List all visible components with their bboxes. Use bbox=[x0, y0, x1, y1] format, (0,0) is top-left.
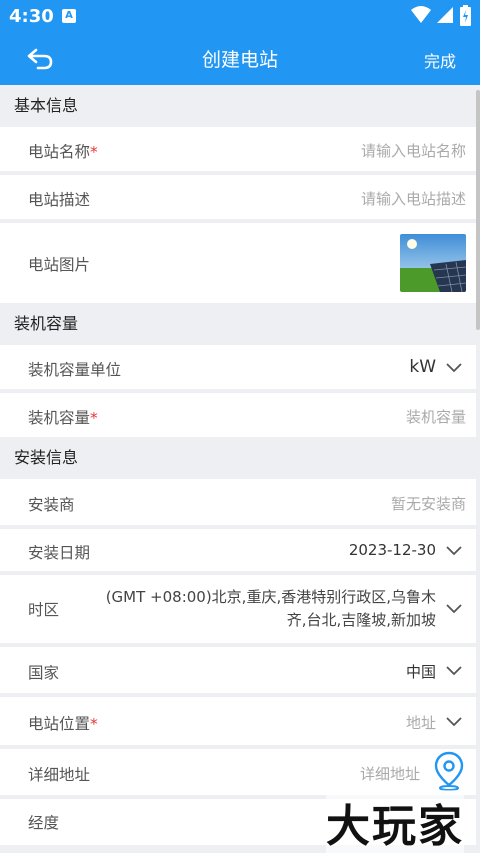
capacity-unit-label: 装机容量单位 bbox=[28, 361, 122, 379]
cell-signal-icon bbox=[437, 7, 453, 23]
chevron-down-icon[interactable] bbox=[446, 662, 462, 678]
station-image-row[interactable]: 电站图片 bbox=[0, 223, 476, 303]
status-bar: 4:30 A bbox=[0, 0, 480, 33]
station-name-input[interactable]: 请输入电站名称 bbox=[361, 140, 466, 161]
install-date-row[interactable]: 安装日期 2023-12-30 bbox=[0, 529, 476, 571]
section-basic-info: 基本信息 bbox=[0, 85, 476, 127]
address-row[interactable]: 详细地址 详细地址 bbox=[0, 749, 476, 795]
battery-icon bbox=[460, 5, 471, 26]
install-date-label: 安装日期 bbox=[28, 544, 91, 562]
timezone-value-line1: (GMT +08:00)北京,重庆,香港特别行政区,乌鲁木 bbox=[105, 588, 436, 606]
timezone-value-line2: 齐,台北,吉隆坡,新加坡 bbox=[286, 611, 436, 629]
longitude-label: 经度 bbox=[28, 814, 60, 832]
address-label: 详细地址 bbox=[28, 766, 91, 784]
installer-row[interactable]: 安装商 暂无安装商 bbox=[0, 479, 476, 525]
address-input[interactable]: 详细地址 bbox=[360, 763, 420, 784]
scrollbar[interactable] bbox=[476, 90, 480, 330]
wifi-icon bbox=[411, 6, 431, 23]
station-desc-input[interactable]: 请输入电站描述 bbox=[361, 188, 466, 209]
location-row[interactable]: 电站位置* 地址 bbox=[0, 697, 476, 745]
timezone-label: 时区 bbox=[28, 601, 60, 619]
capacity-row[interactable]: 装机容量* 装机容量 bbox=[0, 393, 476, 437]
app-header: 4:30 A 创建电站 完成 bbox=[0, 0, 480, 85]
section-install-info: 安装信息 bbox=[0, 437, 476, 479]
nav-bar: 创建电站 完成 bbox=[0, 33, 480, 85]
installer-value[interactable]: 暂无安装商 bbox=[391, 493, 466, 514]
capacity-input[interactable]: 装机容量 bbox=[406, 406, 466, 427]
chevron-down-icon[interactable] bbox=[446, 542, 462, 558]
station-photo-thumbnail[interactable] bbox=[400, 234, 466, 292]
capacity-unit-row[interactable]: 装机容量单位 kW bbox=[0, 345, 476, 389]
location-value[interactable]: 地址 bbox=[406, 712, 436, 733]
watermark-logo: 大玩家 bbox=[326, 790, 464, 853]
location-label: 电站位置* bbox=[28, 715, 98, 733]
timezone-row[interactable]: 时区 (GMT +08:00)北京,重庆,香港特别行政区,乌鲁木 齐,台北,吉隆… bbox=[0, 575, 476, 643]
section-capacity: 装机容量 bbox=[0, 303, 476, 345]
station-name-row[interactable]: 电站名称* 请输入电站名称 bbox=[0, 127, 476, 171]
map-pin-icon[interactable] bbox=[432, 751, 466, 791]
chevron-down-icon[interactable] bbox=[446, 359, 462, 375]
notification-icon: A bbox=[62, 9, 76, 23]
country-value[interactable]: 中国 bbox=[406, 661, 436, 682]
page-title: 创建电站 bbox=[201, 49, 278, 71]
installer-label: 安装商 bbox=[28, 496, 75, 514]
station-name-label: 电站名称* bbox=[28, 143, 98, 161]
chevron-down-icon[interactable] bbox=[446, 600, 462, 616]
install-date-value[interactable]: 2023-12-30 bbox=[349, 541, 436, 559]
station-desc-label: 电站描述 bbox=[28, 191, 91, 209]
done-button[interactable]: 完成 bbox=[424, 48, 456, 72]
station-image-label: 电站图片 bbox=[28, 256, 91, 274]
country-label: 国家 bbox=[28, 664, 60, 682]
capacity-unit-value[interactable]: kW bbox=[409, 357, 436, 377]
status-time: 4:30 bbox=[9, 6, 54, 27]
capacity-label: 装机容量* bbox=[28, 409, 98, 427]
station-desc-row[interactable]: 电站描述 请输入电站描述 bbox=[0, 175, 476, 219]
chevron-down-icon[interactable] bbox=[446, 713, 462, 729]
country-row[interactable]: 国家 中国 bbox=[0, 647, 476, 693]
timezone-value[interactable]: (GMT +08:00)北京,重庆,香港特别行政区,乌鲁木 齐,台北,吉隆坡,新… bbox=[106, 586, 436, 632]
